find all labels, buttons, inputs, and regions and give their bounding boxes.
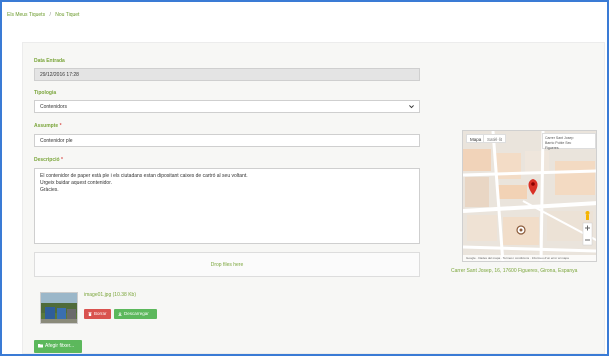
location-map[interactable]: Mapa Satèl·lit Carrer Sant Josep Barrio … [462,130,597,262]
map-info-card: Carrer Sant Josep Barrio Poble Sec Figue… [542,133,596,150]
breadcrumb-separator: / [49,12,51,18]
type-label: Tipologia [34,90,57,96]
description-line: El contenidor de paper està ple i els ci… [40,173,248,179]
delete-attachment-button[interactable]: Borrar [84,309,111,319]
description-textarea[interactable]: El contenidor de paper està ple i els ci… [34,168,420,244]
page-frame: Els Meus Tiquets / Nou Tiquet Data Entra… [0,0,609,356]
description-line: Urgeix buidar aquest contenidor. [40,180,112,186]
folder-icon [38,344,43,348]
download-icon [118,311,122,316]
trash-icon [88,312,92,316]
description-label-text: Descripció [34,157,60,163]
file-dropzone[interactable]: Drop files here [34,252,420,277]
required-mark: * [60,157,63,163]
breadcrumb-new-ticket[interactable]: Nou Tiquet [55,12,79,18]
subject-label-text: Assumpte [34,123,59,129]
subject-label: Assumpte * [34,123,62,129]
date-field: 29/12/2016 17:28 [34,68,420,81]
description-line: Gràcies. [40,187,59,193]
add-file-button-label: Afegir fitxer... [45,343,75,349]
date-label: Data Entrada [34,58,65,64]
download-button-label: Descarregar [124,311,149,316]
chevron-down-icon [409,105,414,109]
description-label: Descripció * [34,157,63,163]
add-file-button[interactable]: Afegir fitxer... [34,340,82,353]
map-footer: Google · Dades del mapa · Termes i condi… [463,255,596,261]
location-address: Carrer Sant Josep, 16, 17600 Figueres, G… [451,268,578,274]
map-info-line: Figueres [545,146,559,150]
breadcrumb-my-tickets[interactable]: Els Meus Tiquets [7,12,45,18]
type-select-value: Contenidors [40,104,67,110]
delete-button-label: Borrar [94,311,107,316]
photo-thumbnail-image [41,293,77,323]
attachment-thumbnail[interactable] [40,292,78,324]
breadcrumb: Els Meus Tiquets / Nou Tiquet [7,12,79,18]
map-tab-satellite[interactable]: Satèl·lit [483,134,507,143]
subject-input[interactable]: Contenidor ple [34,134,420,147]
attachment-filename-link[interactable]: image01.jpg (10.38 Kb) [84,292,136,298]
type-select[interactable]: Contenidors [34,100,420,113]
download-attachment-button[interactable]: Descarregar [114,309,157,319]
required-mark: * [59,123,62,129]
